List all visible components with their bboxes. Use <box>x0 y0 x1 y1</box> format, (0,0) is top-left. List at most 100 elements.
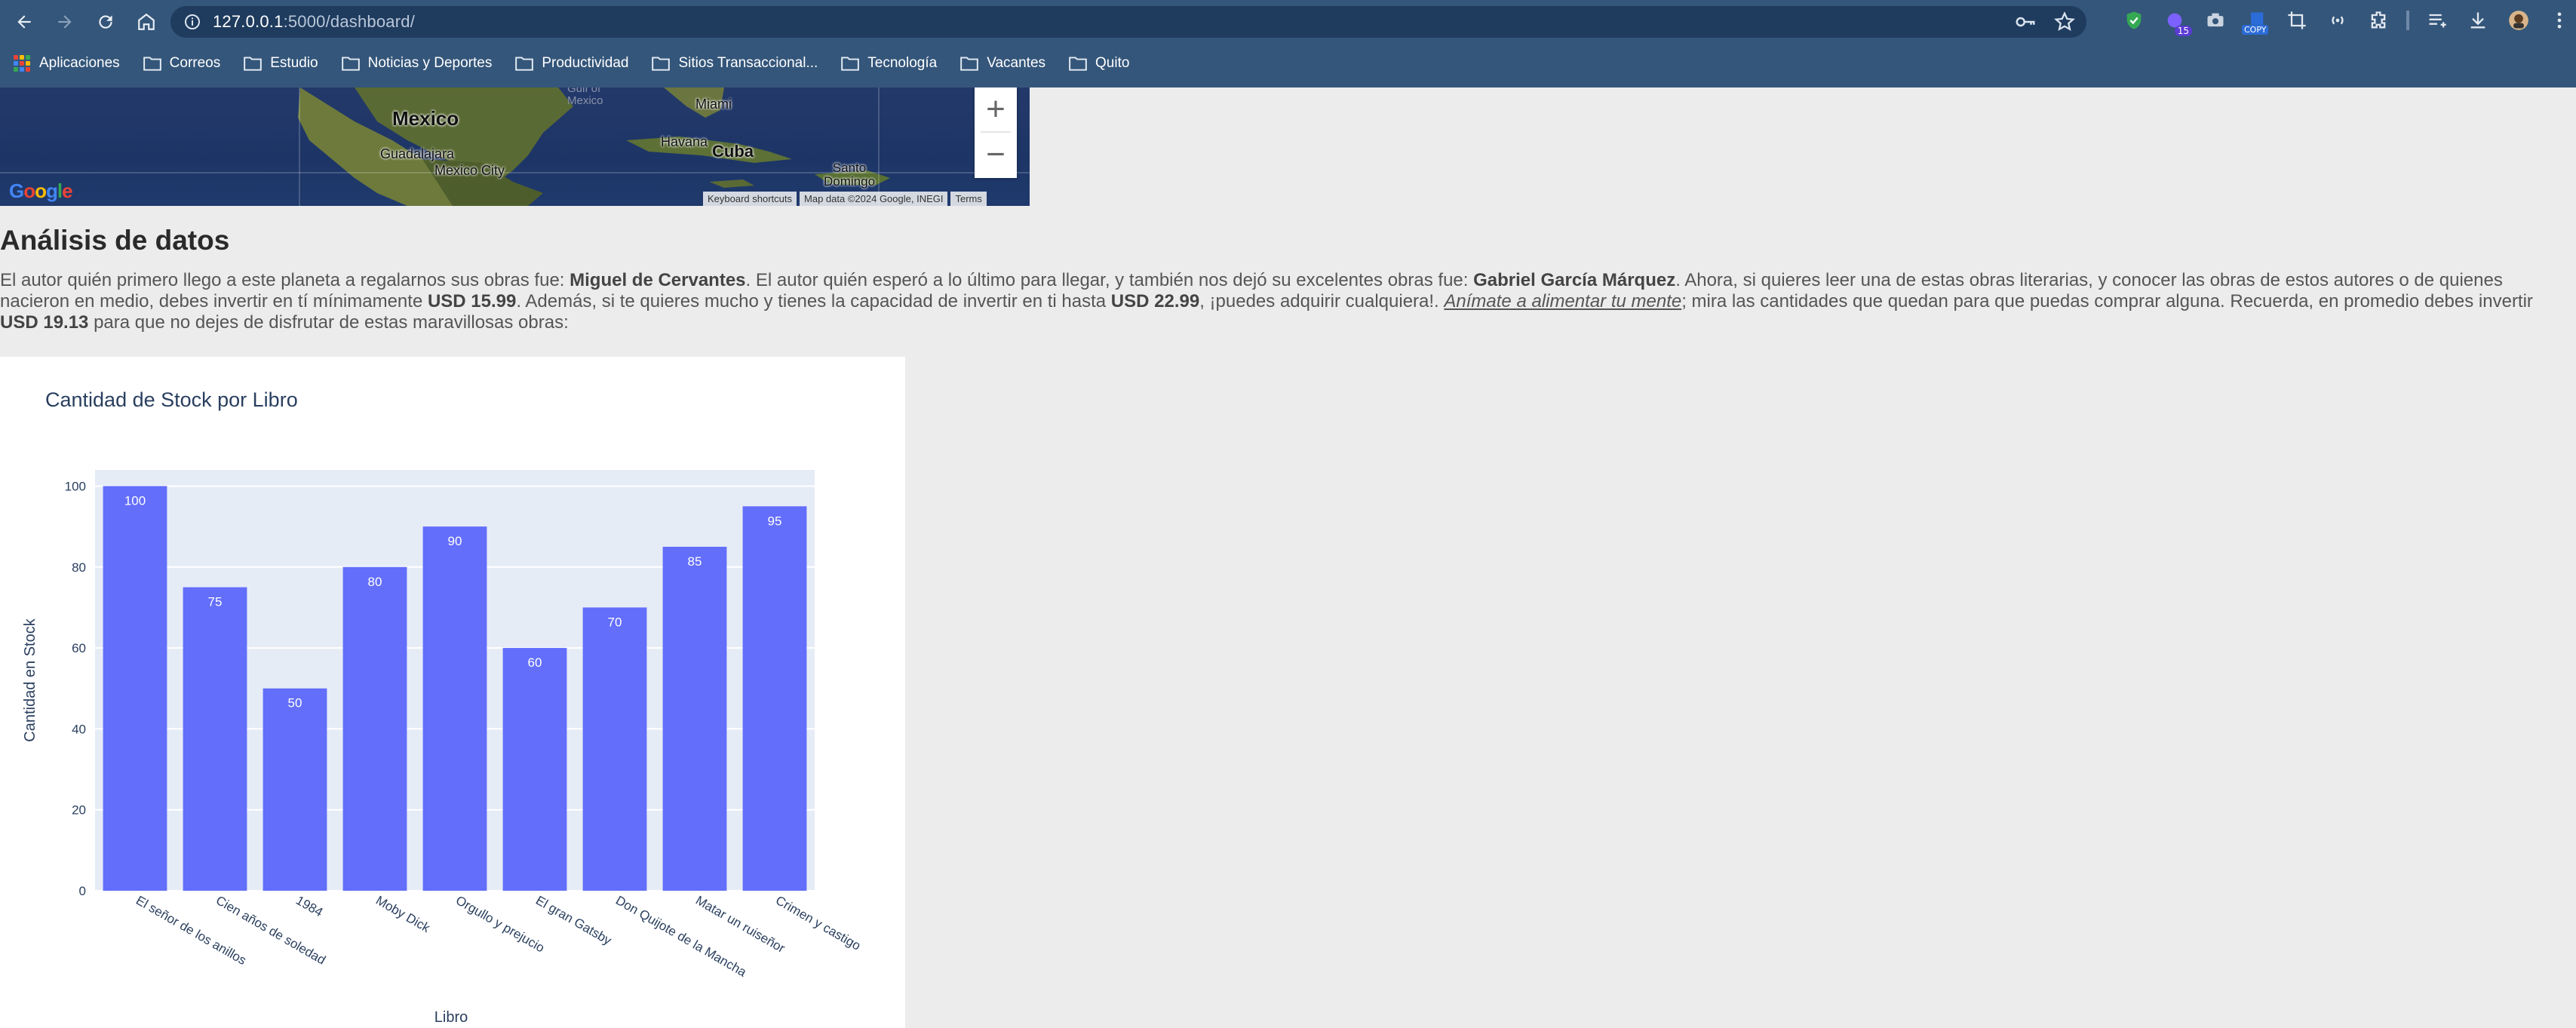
extensions-button[interactable] <box>2366 8 2391 33</box>
reading-list-button[interactable] <box>2424 8 2450 33</box>
bar <box>502 648 567 891</box>
bookmark-estudio[interactable]: Estudio <box>243 55 318 72</box>
x-tick-label: Don Quijote de la Mancha <box>613 893 749 980</box>
bookmark-label: Noticias y Deportes <box>367 55 493 71</box>
profile-avatar[interactable] <box>2506 8 2531 33</box>
bar-value-label: 100 <box>124 493 146 508</box>
kebab-menu-icon <box>2557 12 2562 29</box>
bookmark-label: Productividad <box>542 55 629 71</box>
map-data-attribution: Map data ©2024 Google, INEGI <box>800 192 948 206</box>
site-info-icon[interactable] <box>181 11 204 33</box>
bar <box>662 546 727 891</box>
browser-menu-button[interactable] <box>2547 8 2572 33</box>
folder-icon <box>1069 57 1087 71</box>
copy-badge: COPY <box>2242 25 2269 35</box>
bar-value-label: 60 <box>528 655 542 670</box>
x-tick-label: 1984 <box>293 893 325 919</box>
puzzle-icon <box>2371 11 2386 29</box>
feed-your-mind-link[interactable]: Anímate a alimentar tu mente <box>1444 291 1681 311</box>
shield-extension[interactable] <box>2121 8 2147 33</box>
map-label-guadalajara: Guadalajara <box>380 146 455 161</box>
zoom-out-button[interactable]: − <box>975 133 1017 176</box>
map-zoom-control: + − <box>975 87 1017 178</box>
downloads-button[interactable] <box>2465 8 2491 33</box>
folder-icon <box>143 57 161 71</box>
forward-button[interactable] <box>48 5 81 38</box>
map-label-santo-domingo: Santo Domingo <box>824 161 876 189</box>
keyboard-shortcuts-link[interactable]: Keyboard shortcuts <box>703 192 797 206</box>
bar <box>582 607 647 891</box>
reload-icon <box>99 15 112 29</box>
folder-icon <box>652 57 671 71</box>
google-logo: Google <box>9 180 73 202</box>
shield-icon <box>2126 11 2142 29</box>
bookmarks-bar: Aplicaciones Correos Estudio Noticias y Dep… <box>0 47 1138 80</box>
bookmark-sitios-transaccional[interactable]: Sitios Transaccional... <box>651 55 818 72</box>
crop-icon <box>2288 11 2306 29</box>
bar-value-label: 70 <box>608 615 622 629</box>
extension-badge: 15 <box>2174 26 2192 36</box>
bookmark-label: Aplicaciones <box>39 55 120 71</box>
map-footer: Keyboard shortcuts Map data ©2024 Google… <box>703 192 987 206</box>
key-icon[interactable] <box>2014 11 2037 33</box>
map-label-gulf: Gulf of Mexico <box>567 87 603 107</box>
copy-extension[interactable]: COPY <box>2242 8 2269 35</box>
bar-value-label: 50 <box>288 696 302 710</box>
star-icon[interactable] <box>2053 11 2076 33</box>
bookmark-productividad[interactable]: Productividad <box>514 55 628 72</box>
y-tick-label: 20 <box>72 803 86 818</box>
folder-icon <box>841 57 860 71</box>
y-tick-label: 100 <box>65 479 86 493</box>
map-terrain <box>298 87 890 206</box>
arrow-right-icon <box>58 15 72 29</box>
screenshot-extension[interactable] <box>2284 8 2310 33</box>
folder-icon <box>515 57 534 71</box>
bookmark-aplicaciones[interactable]: Aplicaciones <box>14 55 120 72</box>
y-tick-label: 60 <box>72 641 86 655</box>
map[interactable]: Mexico Guadalajara Mexico City Havana Cu… <box>0 87 1030 206</box>
bar <box>103 486 167 891</box>
bookmark-quito[interactable]: Quito <box>1068 55 1129 72</box>
max-price: USD 22.99 <box>1110 291 1200 311</box>
cast-extension[interactable] <box>2325 8 2350 33</box>
map-label-cuba: Cuba <box>712 142 754 161</box>
x-tick-label: Moby Dick <box>373 893 433 935</box>
stock-chart[interactable]: 0 20 40 60 80 100 Cantidad de Stock por Libro 1… <box>0 357 905 1028</box>
map-label-mexico: Mexico <box>392 107 459 130</box>
wireless-icon <box>2332 16 2344 25</box>
bar-value-label: 85 <box>688 554 702 569</box>
analysis-heading: Análisis de datos <box>0 225 230 256</box>
bar-value-label: 90 <box>448 534 462 548</box>
bar <box>342 566 407 891</box>
bookmark-correos[interactable]: Correos <box>143 55 220 72</box>
map-label-miami: Miami <box>695 97 732 112</box>
url-text[interactable]: 127.0.0.1:5000/dashboard/ <box>213 12 415 32</box>
bookmark-vacantes[interactable]: Vacantes <box>959 55 1045 72</box>
zoom-in-button[interactable]: + <box>975 87 1017 131</box>
last-author: Gabriel García Márquez <box>1473 270 1676 290</box>
home-button[interactable] <box>130 5 163 38</box>
y-tick-label: 40 <box>72 722 86 736</box>
download-icon <box>2470 12 2485 29</box>
bookmark-label: Quito <box>1095 55 1130 71</box>
address-bar[interactable]: 127.0.0.1:5000/dashboard/ <box>170 6 2086 38</box>
bar <box>183 587 247 891</box>
bookmark-tecnología[interactable]: Tecnología <box>840 55 937 72</box>
apps-grid-icon <box>14 55 30 72</box>
home-icon <box>138 13 155 30</box>
reload-button[interactable] <box>89 5 122 38</box>
counter-extension[interactable]: 15 <box>2162 8 2192 36</box>
map-label-havana: Havana <box>661 134 708 149</box>
map-label-mexico-city: Mexico City <box>434 163 505 178</box>
terms-link[interactable]: Terms <box>950 192 987 206</box>
bar <box>742 506 807 891</box>
bookmark-label: Estudio <box>270 55 318 71</box>
back-button[interactable] <box>8 5 41 38</box>
camera-extension[interactable] <box>2203 8 2228 33</box>
x-axis-title: Libro <box>434 1009 468 1026</box>
avg-price: USD 19.13 <box>0 312 89 333</box>
bookmark-noticias-y-deportes[interactable]: Noticias y Deportes <box>341 55 493 72</box>
browser-chrome: 127.0.0.1:5000/dashboard/ 15 COPY Aplica… <box>0 0 2576 87</box>
bookmark-label: Vacantes <box>987 55 1046 71</box>
x-tick-label: El gran Gatsby <box>533 893 614 948</box>
